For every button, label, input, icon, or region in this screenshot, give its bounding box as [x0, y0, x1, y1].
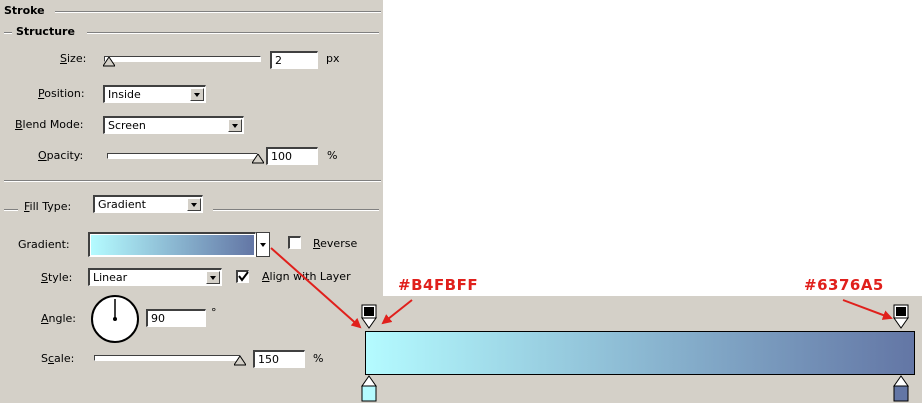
end-color-stop-icon[interactable]	[893, 375, 909, 403]
checkmark-icon	[238, 271, 249, 282]
align-with-layer-label: Align with Layer	[262, 270, 351, 283]
scale-slider-track[interactable]	[94, 355, 241, 361]
scale-input[interactable]: 150	[253, 350, 305, 368]
opacity-label: Opacity:	[38, 149, 84, 162]
fill-type-dropdown-button[interactable]	[187, 198, 201, 211]
size-input[interactable]: 2	[270, 51, 318, 69]
fill-type-divider-right	[213, 209, 379, 211]
angle-input[interactable]: 90	[146, 309, 206, 327]
structure-divider-left	[4, 32, 12, 34]
size-unit: px	[326, 52, 340, 65]
reverse-label: Reverse	[313, 237, 358, 250]
scale-label: Scale:	[41, 352, 75, 365]
style-value: Linear	[93, 271, 128, 284]
fill-type-select[interactable]: Gradient	[93, 195, 203, 213]
gradient-label: Gradient:	[18, 238, 70, 251]
angle-unit: °	[211, 306, 217, 319]
fill-type-value: Gradient	[98, 198, 146, 211]
blend-mode-select[interactable]: Screen	[103, 116, 244, 134]
opacity-slider-thumb[interactable]	[252, 154, 264, 164]
reverse-checkbox[interactable]	[288, 236, 301, 249]
fill-type-divider-left	[4, 209, 18, 211]
blend-mode-label: Blend Mode:	[15, 118, 84, 131]
chevron-down-icon	[260, 243, 266, 247]
position-select[interactable]: Inside	[103, 85, 206, 103]
style-select[interactable]: Linear	[88, 268, 222, 286]
gradient-dropdown-button[interactable]	[256, 232, 270, 257]
angle-dial[interactable]	[89, 293, 141, 345]
stroke-divider	[55, 11, 381, 13]
opacity-unit: %	[327, 149, 338, 162]
size-slider-thumb[interactable]	[103, 57, 115, 67]
gradient-bar[interactable]	[365, 331, 915, 375]
start-color-annotation: #B4FBFF	[398, 276, 479, 294]
opacity-input[interactable]: 100	[266, 147, 318, 165]
opacity-slider-track[interactable]	[107, 153, 258, 159]
scale-slider-thumb[interactable]	[234, 356, 246, 366]
gradient-preview-swatch[interactable]	[91, 235, 254, 255]
stroke-title: Stroke	[4, 4, 45, 17]
size-label: Size:	[60, 52, 87, 65]
structure-divider-right	[87, 32, 379, 34]
stroke-panel: Stroke Structure Size: 2 px Position: In…	[0, 0, 383, 403]
style-label: Style:	[41, 271, 73, 284]
fill-section-divider	[4, 180, 381, 182]
gradient-editor	[343, 296, 922, 403]
style-dropdown-button[interactable]	[206, 271, 220, 284]
position-label: Position:	[38, 87, 85, 100]
blend-mode-value: Screen	[108, 119, 146, 132]
scale-unit: %	[313, 352, 324, 365]
start-color-stop-icon[interactable]	[361, 375, 377, 403]
end-color-annotation: #6376A5	[804, 276, 884, 294]
fill-type-label: Fill Type:	[24, 200, 72, 213]
structure-title: Structure	[16, 25, 75, 38]
angle-label: Angle:	[41, 312, 77, 325]
blend-mode-dropdown-button[interactable]	[228, 119, 242, 132]
end-opacity-stop-icon[interactable]	[893, 304, 909, 330]
gradient-picker[interactable]	[88, 232, 256, 257]
align-with-layer-checkbox[interactable]	[236, 270, 249, 283]
position-value: Inside	[108, 88, 141, 101]
start-opacity-stop-icon[interactable]	[361, 304, 377, 330]
size-slider-track[interactable]	[104, 56, 261, 62]
position-dropdown-button[interactable]	[190, 88, 204, 101]
